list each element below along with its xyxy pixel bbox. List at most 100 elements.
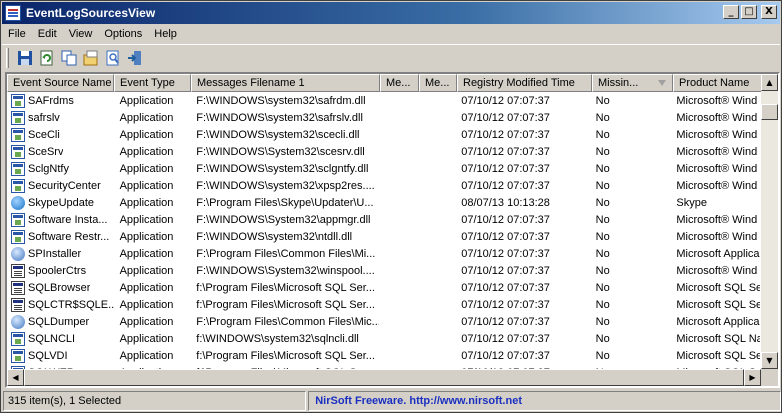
- list-header: Event Source Name Event Type Messages Fi…: [7, 74, 763, 92]
- column-missing-label: Missin...: [598, 77, 639, 89]
- column-event-type[interactable]: Event Type: [114, 74, 191, 92]
- cell-registry-modified-time: 07/10/12 07:07:37: [461, 111, 550, 124]
- cell-missing: No: [595, 315, 610, 328]
- table-row[interactable]: safrslv Application F:\WINDOWS\system32\sa…: [7, 109, 760, 126]
- cell-event-source-name: SPInstaller: [7, 246, 114, 261]
- vertical-scroll-thumb[interactable]: [761, 104, 778, 120]
- nirsoft-link[interactable]: NirSoft Freeware. http://www.nirsoft.net: [308, 391, 781, 411]
- cell-registry-modified-time: 07/10/12 07:07:37: [461, 281, 550, 294]
- cell-event-type: Application: [119, 94, 174, 107]
- cell-messages-filename-1: F:\Program Files\Common Files\Mic...: [196, 315, 379, 328]
- menu-view[interactable]: View: [63, 28, 99, 40]
- close-button[interactable]: X: [761, 5, 777, 19]
- window-icon: [11, 297, 25, 312]
- cell-event-source-name: SceCli: [7, 127, 114, 142]
- cell-event-source-name: SclgNtfy: [7, 161, 114, 176]
- cell-registry-modified-time: 07/10/12 07:07:37: [461, 264, 550, 277]
- minimize-button[interactable]: _: [723, 5, 739, 19]
- menu-help[interactable]: Help: [148, 28, 183, 40]
- event-source-name-text: SPInstaller: [28, 247, 82, 260]
- table-row[interactable]: SQLDumper Application F:\Program Files\Com…: [7, 313, 760, 330]
- refresh-icon: [40, 50, 53, 65]
- cell-product-name: Microsoft® Wind: [676, 128, 758, 141]
- cell-event-source-name: SceSrv: [7, 144, 114, 159]
- scroll-left-button[interactable]: ◀: [7, 369, 24, 386]
- copy-button[interactable]: [58, 47, 80, 69]
- status-item-count: 315 item(s), 1 Selected: [3, 391, 307, 411]
- table-row[interactable]: SclgNtfy Application F:\WINDOWS\system32\s…: [7, 160, 760, 177]
- copy-icon: [61, 50, 77, 65]
- exit-button[interactable]: [124, 47, 146, 69]
- column-messages-filename-2[interactable]: Me...: [380, 74, 419, 92]
- horizontal-scroll-thumb[interactable]: [24, 369, 744, 386]
- table-row[interactable]: Software Insta... Application F:\WINDOWS\S…: [7, 211, 760, 228]
- cell-messages-filename-1: F:\WINDOWS\System32\winspool....: [196, 264, 375, 277]
- event-sources-list[interactable]: Event Source Name Event Type Messages Fi…: [5, 72, 780, 388]
- title-bar[interactable]: EventLogSourcesView _ □ X: [2, 2, 780, 24]
- table-row[interactable]: SQLCTR$SQLE... Application f:\Program File…: [7, 296, 760, 313]
- window-icon: [11, 280, 25, 295]
- cell-missing: No: [595, 179, 610, 192]
- toolbar-grip[interactable]: [6, 47, 9, 68]
- cell-event-source-name: SQLBrowser: [7, 280, 114, 295]
- table-row[interactable]: Software Restr... Application F:\WINDOWS\s…: [7, 228, 760, 245]
- table-row[interactable]: SQLVDI Application f:\Program Files\Micros…: [7, 347, 760, 364]
- column-event-source-name[interactable]: Event Source Name: [7, 74, 114, 92]
- find-button[interactable]: [102, 47, 124, 69]
- cell-missing: No: [595, 145, 610, 158]
- table-row[interactable]: SQLNCLI Application f:\WINDOWS\system32\sq…: [7, 330, 760, 347]
- table-row[interactable]: SecurityCenter Application F:\WINDOWS\syst…: [7, 177, 760, 194]
- refresh-button[interactable]: [36, 47, 58, 69]
- cell-messages-filename-1: F:\WINDOWS\system32\ntdll.dll: [196, 230, 353, 243]
- column-product-name[interactable]: Product Name: [673, 74, 763, 92]
- table-row[interactable]: SQLBrowser Application f:\Program Files\Mi…: [7, 279, 760, 296]
- scroll-down-button[interactable]: ▼: [761, 352, 778, 369]
- event-source-name-text: SQLVDI: [28, 349, 68, 362]
- save-button[interactable]: [14, 47, 36, 69]
- properties-button[interactable]: [80, 47, 102, 69]
- cell-missing: No: [595, 247, 610, 260]
- find-icon: [106, 50, 119, 65]
- scroll-up-button[interactable]: ▲: [761, 74, 778, 91]
- installer-icon: [11, 314, 25, 329]
- application-icon: [11, 229, 25, 244]
- scrollbar-corner: [761, 369, 778, 386]
- cell-messages-filename-1: F:\WINDOWS\system32\xpsp2res....: [196, 179, 375, 192]
- cell-event-source-name: SkypeUpdate: [7, 195, 114, 210]
- cell-registry-modified-time: 07/10/12 07:07:37: [461, 213, 550, 226]
- table-row[interactable]: SPInstaller Application F:\Program Files\C…: [7, 245, 760, 262]
- exit-icon: [128, 50, 141, 65]
- menu-file[interactable]: File: [2, 28, 32, 40]
- column-messages-filename-3[interactable]: Me...: [419, 74, 457, 92]
- cell-registry-modified-time: 07/10/12 07:07:37: [461, 247, 550, 260]
- menu-options[interactable]: Options: [98, 28, 148, 40]
- scroll-right-button[interactable]: ▶: [744, 369, 761, 386]
- cell-messages-filename-1: F:\WINDOWS\system32\safrslv.dll: [196, 111, 363, 124]
- table-row[interactable]: SkypeUpdate Application F:\Program Files\S…: [7, 194, 760, 211]
- event-source-name-text: SecurityCenter: [28, 179, 101, 192]
- horizontal-scrollbar[interactable]: ◀ ▶: [7, 369, 761, 386]
- menu-bar: File Edit View Options Help: [2, 24, 780, 43]
- table-row[interactable]: SceCli Application F:\WINDOWS\system32\sce…: [7, 126, 760, 143]
- maximize-button[interactable]: □: [741, 5, 757, 19]
- column-messages-filename-1[interactable]: Messages Filename 1: [191, 74, 380, 92]
- event-source-name-text: SclgNtfy: [28, 162, 69, 175]
- window-controls: _ □ X: [723, 5, 777, 19]
- vertical-scrollbar[interactable]: ▲ ▼: [761, 74, 778, 369]
- cell-missing: No: [595, 332, 610, 345]
- cell-event-type: Application: [119, 264, 174, 277]
- table-row[interactable]: SpoolerCtrs Application F:\WINDOWS\System3…: [7, 262, 760, 279]
- cell-messages-filename-1: F:\WINDOWS\system32\sclgntfy.dll: [196, 162, 369, 175]
- menu-edit[interactable]: Edit: [32, 28, 63, 40]
- event-source-name-text: Software Restr...: [28, 230, 110, 243]
- cell-event-source-name: SQLDumper: [7, 314, 114, 329]
- cell-registry-modified-time: 07/10/12 07:07:37: [461, 128, 550, 141]
- column-registry-modified-time[interactable]: Registry Modified Time: [457, 74, 592, 92]
- application-icon: [11, 331, 25, 346]
- table-row[interactable]: SceSrv Application F:\WINDOWS\System32\sce…: [7, 143, 760, 160]
- cell-event-type: Application: [119, 247, 174, 260]
- table-row[interactable]: SAFrdms Application F:\WINDOWS\system32\sa…: [7, 92, 760, 109]
- column-missing[interactable]: Missin...: [592, 74, 673, 92]
- cell-registry-modified-time: 07/10/12 07:07:37: [461, 230, 550, 243]
- cell-messages-filename-1: F:\WINDOWS\system32\scecli.dll: [196, 128, 360, 141]
